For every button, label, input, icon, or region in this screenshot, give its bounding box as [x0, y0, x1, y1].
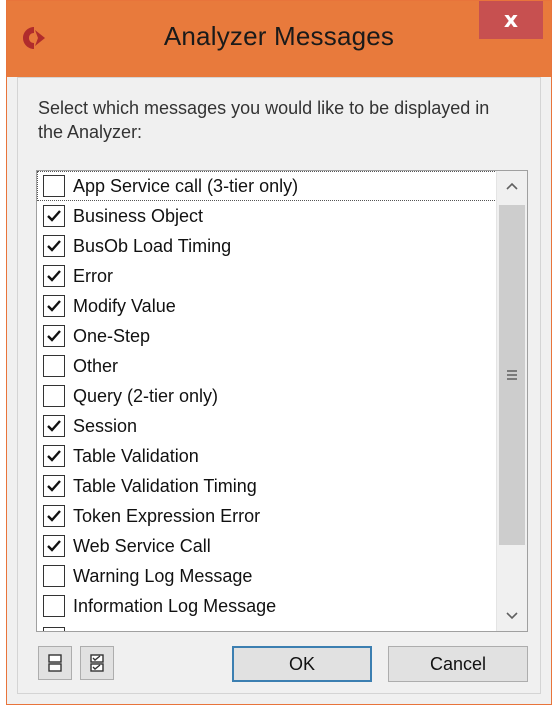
message-item[interactable]: One-Step [37, 321, 497, 351]
close-button[interactable]: x [479, 1, 543, 39]
message-checkbox[interactable] [43, 295, 65, 317]
message-item[interactable]: Information Log Message [37, 591, 497, 621]
instructions-text: Select which messages you would like to … [38, 98, 490, 142]
chevron-down-icon [506, 612, 518, 620]
message-label: Error [73, 265, 113, 286]
message-item[interactable]: Table Validation Timing [37, 471, 497, 501]
message-item[interactable]: Session [37, 411, 497, 441]
message-items: App Service call (3-tier only) Business O… [37, 171, 497, 631]
vertical-scrollbar[interactable] [496, 171, 527, 631]
message-checkbox[interactable] [43, 265, 65, 287]
checkmark-icon [47, 540, 61, 552]
check-all-icon [90, 654, 104, 672]
message-checkbox[interactable] [43, 475, 65, 497]
message-checkbox[interactable] [43, 415, 65, 437]
grip-icon [507, 368, 517, 382]
checkmark-icon [47, 450, 61, 462]
checkmark-icon [47, 510, 61, 522]
message-item[interactable]: Query (2-tier only) [37, 381, 497, 411]
uncheck-all-button[interactable] [38, 646, 72, 680]
scroll-thumb[interactable] [499, 205, 525, 545]
checkmark-icon [47, 210, 61, 222]
checkmark-icon [47, 300, 61, 312]
message-checkbox[interactable] [43, 505, 65, 527]
dialog-body: Select which messages you would like to … [17, 77, 541, 694]
message-label: Query (2-tier only) [73, 385, 219, 406]
message-item[interactable]: Warning Log Message [37, 561, 497, 591]
uncheck-all-icon [48, 654, 62, 672]
message-label: Token Expression Error [73, 505, 261, 526]
message-checkbox[interactable] [43, 445, 65, 467]
message-checkbox[interactable] [43, 235, 65, 257]
window-title: Analyzer Messages [163, 21, 395, 51]
message-item[interactable]: Error [37, 261, 497, 291]
message-label: Warning Log Message [73, 565, 253, 586]
message-label: One-Step [73, 325, 151, 346]
check-all-button[interactable] [80, 646, 114, 680]
message-label: Modify Value [73, 295, 176, 316]
message-item[interactable]: App Service call (3-tier only) [37, 171, 497, 201]
message-checkbox[interactable] [43, 175, 65, 197]
message-label: Table Validation [73, 445, 199, 466]
scroll-down-button[interactable] [497, 601, 527, 631]
message-label: Web Service Call [73, 535, 211, 556]
message-checkbox[interactable] [43, 595, 65, 617]
checkmark-icon [47, 270, 61, 282]
message-checkbox[interactable] [43, 565, 65, 587]
partial-checkbox-next-item [43, 627, 65, 631]
message-item[interactable]: Web Service Call [37, 531, 497, 561]
analyzer-messages-dialog: Analyzer Messages x Select which message… [6, 0, 552, 705]
message-label: Other [73, 355, 119, 376]
message-checkbox[interactable] [43, 385, 65, 407]
message-checkbox[interactable] [43, 535, 65, 557]
scroll-up-button[interactable] [497, 171, 527, 201]
title-bar[interactable]: Analyzer Messages x [7, 1, 551, 77]
message-label: Table Validation Timing [73, 475, 257, 496]
message-item[interactable]: Other [37, 351, 497, 381]
chevron-up-icon [506, 182, 518, 190]
cancel-button[interactable]: Cancel [388, 646, 528, 682]
message-item[interactable]: Token Expression Error [37, 501, 497, 531]
message-label: Session [73, 415, 138, 436]
message-item[interactable]: BusOb Load Timing [37, 231, 497, 261]
message-checkbox[interactable] [43, 205, 65, 227]
message-label: Information Log Message [73, 595, 277, 616]
message-item[interactable]: Business Object [37, 201, 497, 231]
checkmark-icon [47, 330, 61, 342]
message-item[interactable]: Table Validation [37, 441, 497, 471]
message-type-list[interactable]: App Service call (3-tier only) Business O… [36, 170, 528, 632]
message-label: App Service call (3-tier only) [73, 175, 299, 196]
checkmark-icon [47, 240, 61, 252]
message-label: BusOb Load Timing [73, 235, 232, 256]
checkmark-icon [47, 480, 61, 492]
message-item[interactable]: Modify Value [37, 291, 497, 321]
message-label: Business Object [73, 205, 204, 226]
checkmark-icon [47, 420, 61, 432]
message-checkbox[interactable] [43, 355, 65, 377]
message-checkbox[interactable] [43, 325, 65, 347]
ok-button[interactable]: OK [232, 646, 372, 682]
